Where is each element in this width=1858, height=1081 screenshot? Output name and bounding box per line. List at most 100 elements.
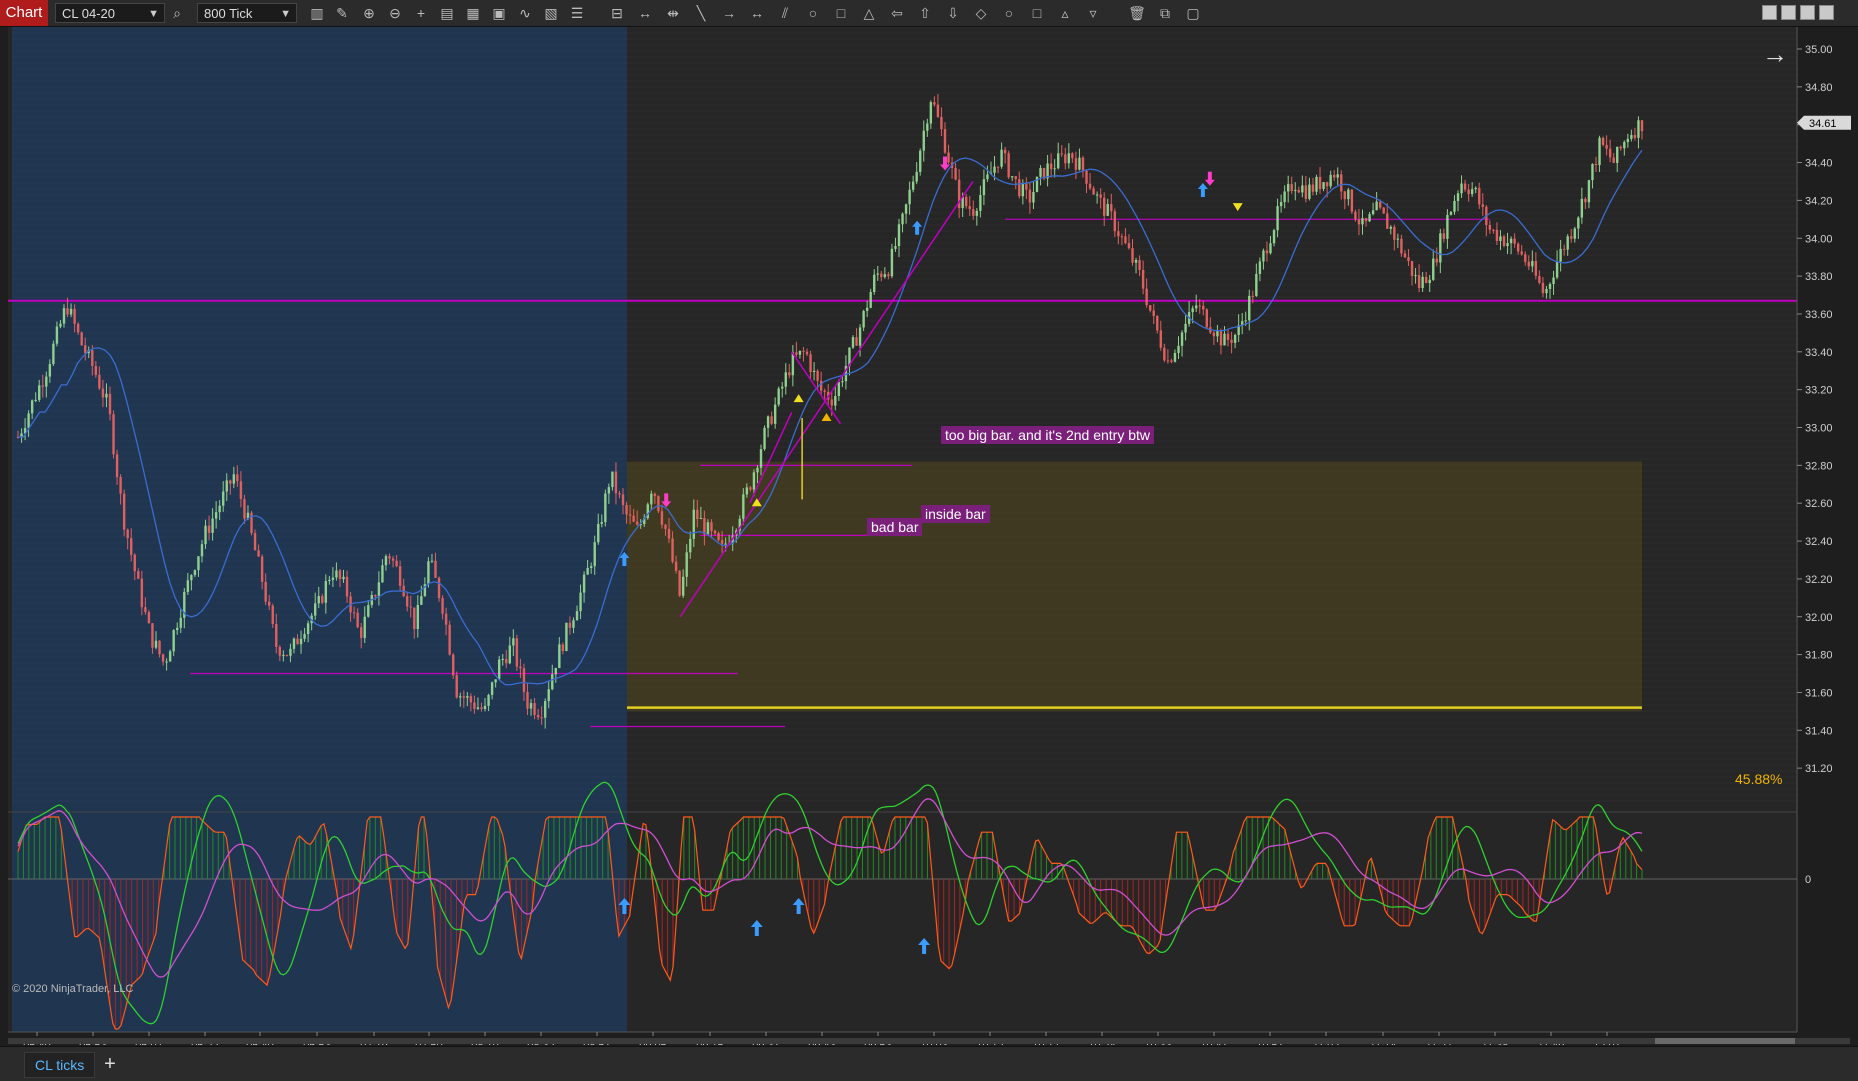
candle-body xyxy=(766,416,770,428)
annotation-too-big-bar[interactable]: too big bar. and it's 2nd entry btw xyxy=(941,426,1155,444)
candle-body xyxy=(1378,201,1382,208)
candle-body xyxy=(1308,184,1311,199)
candle-body xyxy=(1315,176,1318,192)
scroll-to-end-icon[interactable]: → xyxy=(1762,39,1788,70)
candle-body xyxy=(1057,153,1060,169)
candle-body xyxy=(1219,330,1223,346)
candle-body xyxy=(1184,323,1187,333)
ray-icon[interactable]: → xyxy=(720,4,738,22)
indicators-icon[interactable]: ∿ xyxy=(516,4,534,22)
instrument-select[interactable]: CL 04-20 ▼ xyxy=(55,3,165,23)
candle-body xyxy=(441,598,444,614)
candle-body xyxy=(1640,120,1644,132)
square-icon[interactable]: □ xyxy=(1028,4,1046,22)
minimize-button[interactable] xyxy=(1781,5,1796,20)
dot-icon[interactable]: ○ xyxy=(1000,4,1018,22)
triangle-down-icon[interactable]: ▿ xyxy=(1084,4,1102,22)
candle-body xyxy=(222,491,225,506)
candle-body xyxy=(1442,233,1446,239)
candle-body xyxy=(494,679,497,683)
diamond-icon[interactable]: ◇ xyxy=(972,4,990,22)
candle-body xyxy=(1081,157,1085,171)
maximize-button[interactable] xyxy=(1800,5,1815,20)
chart-panel[interactable]: 35.0034.8034.6034.4034.2034.0033.8033.60… xyxy=(0,27,1858,1045)
candle-body xyxy=(289,648,292,656)
pencil-icon[interactable]: ✎ xyxy=(333,4,351,22)
arrow-up-icon[interactable]: ⇧ xyxy=(916,4,934,22)
candle-body xyxy=(193,570,197,576)
candle-body xyxy=(268,601,271,606)
candle-body xyxy=(773,404,777,424)
trash-icon[interactable]: 🗑 xyxy=(1128,4,1146,22)
candle-body xyxy=(409,606,412,608)
interval-select[interactable]: 800 Tick ▼ xyxy=(197,3,297,23)
arrow-left-icon[interactable]: ⇦ xyxy=(888,4,906,22)
arrow-down-icon[interactable]: ⇩ xyxy=(944,4,962,22)
ruler-icon[interactable]: ⊟ xyxy=(608,4,626,22)
candle-body xyxy=(926,123,929,131)
snapshot-icon[interactable]: ▣ xyxy=(490,4,508,22)
candle-body xyxy=(1018,179,1021,197)
ellipse-icon[interactable]: ○ xyxy=(804,4,822,22)
bar-type-icon[interactable]: ▥ xyxy=(308,4,326,22)
add-tab-button[interactable]: + xyxy=(100,1054,120,1075)
risk-icon[interactable]: ↔ xyxy=(636,4,654,22)
zoom-in-icon[interactable]: ⊕ xyxy=(360,4,378,22)
candle-body xyxy=(1410,261,1414,276)
candle-body xyxy=(1393,226,1396,240)
candle-body xyxy=(597,523,600,543)
candle-body xyxy=(257,550,260,557)
extended-line-icon[interactable]: ⇹ xyxy=(664,4,682,22)
price-tick-label: 33.20 xyxy=(1805,385,1833,397)
candle-body xyxy=(1570,236,1573,239)
candle-body xyxy=(487,694,490,706)
search-icon[interactable]: ⌕ xyxy=(168,4,186,22)
candle-body xyxy=(158,640,161,655)
range-box xyxy=(627,461,1642,712)
candle-body xyxy=(558,644,561,668)
tab-cl-ticks[interactable]: CL ticks xyxy=(24,1052,96,1078)
candle-body xyxy=(1354,211,1357,220)
triangle-icon[interactable]: △ xyxy=(860,4,878,22)
candle-body xyxy=(1014,176,1017,180)
strategies-icon[interactable]: ▧ xyxy=(542,4,560,22)
candle-body xyxy=(1492,229,1495,231)
price-tick-label: 34.00 xyxy=(1805,233,1833,245)
candle-body xyxy=(1555,261,1559,278)
candle-body xyxy=(73,308,76,324)
price-chart-svg[interactable]: 35.0034.8034.6034.4034.2034.0033.8033.60… xyxy=(0,27,1858,1045)
annotation-bad-bar[interactable]: bad bar xyxy=(867,518,923,536)
price-tick-label: 32.40 xyxy=(1805,536,1833,548)
channel-icon[interactable]: ⫽ xyxy=(776,4,794,22)
candle-body xyxy=(1131,248,1134,263)
candle-body xyxy=(1417,275,1421,289)
candle-body xyxy=(1605,144,1608,149)
arrow-line-icon[interactable]: ↔ xyxy=(748,4,766,22)
scrollbar-thumb xyxy=(1655,1038,1795,1044)
candle-body xyxy=(1506,243,1509,247)
crosshair-icon[interactable]: + xyxy=(412,4,430,22)
rectangle-icon[interactable]: □ xyxy=(832,4,850,22)
candle-body xyxy=(1386,213,1389,229)
candle-body xyxy=(1290,184,1293,191)
candle-body xyxy=(1538,275,1541,283)
candle-body xyxy=(1439,233,1442,263)
candle-body xyxy=(547,689,550,702)
candle-body xyxy=(1134,260,1138,263)
list-icon[interactable]: ☰ xyxy=(568,4,586,22)
candle-body xyxy=(611,471,614,488)
line-icon[interactable]: ╲ xyxy=(692,4,710,22)
triangle-up-icon[interactable]: ▵ xyxy=(1056,4,1074,22)
candle-body xyxy=(391,558,395,561)
interval-value: 800 Tick xyxy=(204,6,253,21)
templates-icon[interactable]: ▦ xyxy=(464,4,482,22)
candle-body xyxy=(335,570,338,578)
properties-icon[interactable]: ▤ xyxy=(438,4,456,22)
paste-icon[interactable]: ▢ xyxy=(1184,4,1202,22)
candle-body xyxy=(1177,345,1180,354)
annotation-inside-bar[interactable]: inside bar xyxy=(921,505,990,523)
zoom-out-icon[interactable]: ⊖ xyxy=(386,4,404,22)
close-button[interactable] xyxy=(1819,5,1834,20)
copy-icon[interactable]: ⧉ xyxy=(1156,4,1174,22)
tile-window-button[interactable] xyxy=(1762,5,1777,20)
